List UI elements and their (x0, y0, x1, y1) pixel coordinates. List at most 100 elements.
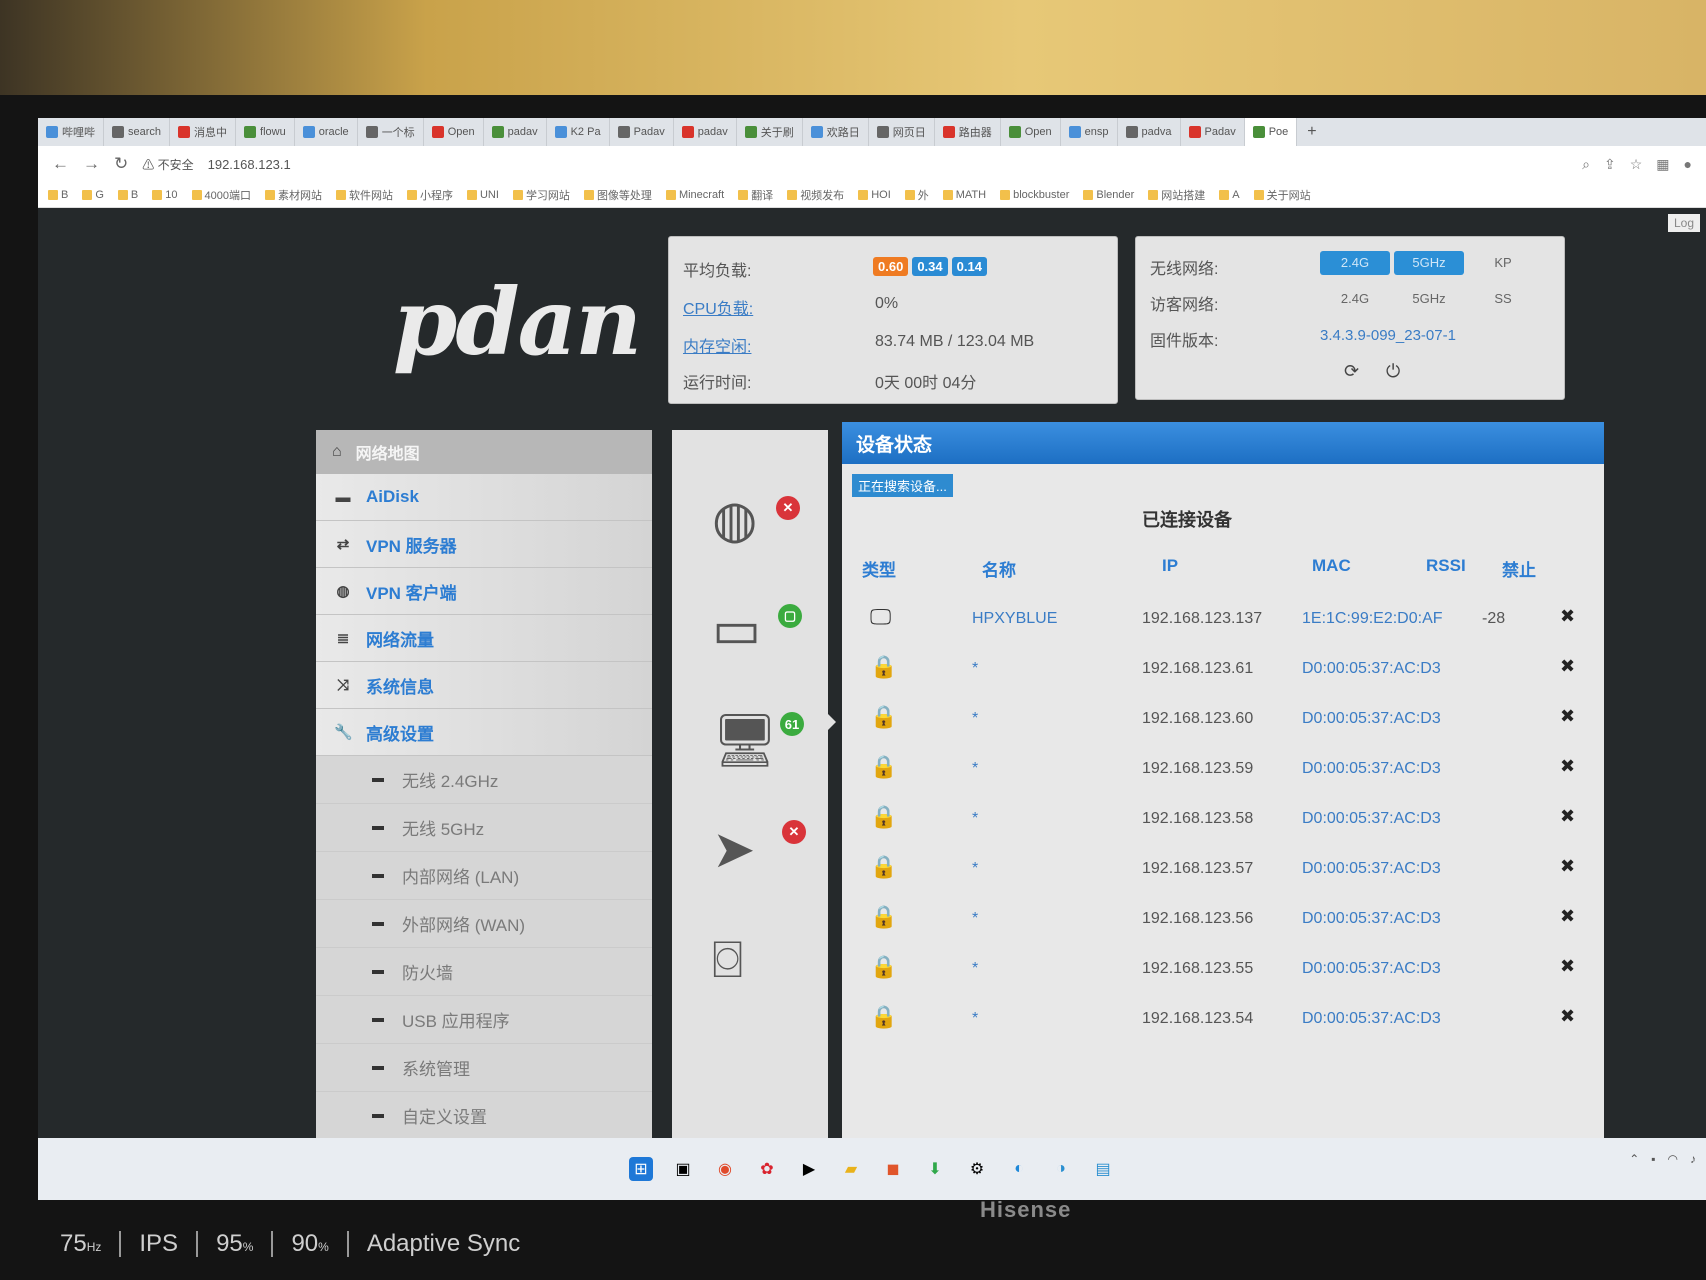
block-device-icon[interactable]: ✖ (1560, 956, 1575, 977)
start-icon[interactable]: ⊞ (629, 1157, 653, 1181)
block-device-icon[interactable]: ✖ (1560, 756, 1575, 777)
arrow-app-icon[interactable]: ⬇ (923, 1157, 947, 1181)
browser-tab[interactable]: 关于刷 (737, 118, 803, 146)
url-field[interactable]: 192.168.123.1 (208, 157, 291, 172)
bookmark-item[interactable]: 图像等处理 (583, 187, 652, 203)
device-name[interactable]: * (972, 1010, 978, 1028)
menu-subitem[interactable]: 内部网络 (LAN) (316, 852, 652, 900)
browser-tab[interactable]: search (104, 118, 171, 146)
block-device-icon[interactable]: ✖ (1560, 656, 1575, 677)
star-icon[interactable]: ☆ (1630, 156, 1643, 173)
guest-2g-button[interactable]: 2.4G (1320, 287, 1390, 311)
terminal-icon[interactable]: ▶ (797, 1157, 821, 1181)
bookmark-item[interactable]: Minecraft (665, 189, 724, 201)
wireless-2g-button[interactable]: 2.4G (1320, 251, 1390, 275)
browser-tab[interactable]: Open (1001, 118, 1061, 146)
bookmark-item[interactable]: A (1219, 189, 1240, 201)
menu-subitem[interactable]: 系统管理 (316, 1044, 652, 1092)
memory-label[interactable]: 内存空闲: (683, 333, 751, 357)
browser-tab[interactable]: K2 Pa (547, 118, 610, 146)
browser-tab[interactable]: padav (674, 118, 737, 146)
browser-tab[interactable]: 一个标 (358, 118, 424, 146)
device-mac[interactable]: D0:00:05:37:AC:D3 (1302, 860, 1441, 878)
device-name[interactable]: * (972, 910, 978, 928)
device-mac[interactable]: D0:00:05:37:AC:D3 (1302, 760, 1441, 778)
menu-subitem[interactable]: 无线 5GHz (316, 804, 652, 852)
app-icon[interactable]: ◼ (881, 1157, 905, 1181)
device-name[interactable]: * (972, 860, 978, 878)
device-mac[interactable]: D0:00:05:37:AC:D3 (1302, 810, 1441, 828)
browser-tab[interactable]: flowu (236, 118, 295, 146)
huawei-icon[interactable]: ✿ (755, 1157, 779, 1181)
bookmark-item[interactable]: blockbuster (1000, 189, 1069, 201)
tray-volume-icon[interactable]: ♪ (1690, 1152, 1696, 1166)
guest-5g-button[interactable]: 5GHz (1394, 287, 1464, 311)
wireless-5g-button[interactable]: 5GHz (1394, 251, 1464, 275)
menu-subitem[interactable]: 自定义设置 (316, 1092, 652, 1140)
guest-ss-button[interactable]: SS (1468, 287, 1538, 311)
back-icon[interactable]: ← (52, 154, 69, 174)
edge-icon[interactable]: ◐ (1007, 1157, 1031, 1181)
share-icon[interactable]: ⇪ (1604, 156, 1616, 173)
usb-icon[interactable]: ⌼ (712, 930, 743, 991)
menu-network-map[interactable]: ⌂ 网络地图 (316, 430, 652, 474)
bookmark-item[interactable]: B (117, 189, 138, 201)
forward-icon[interactable]: → (83, 154, 100, 174)
block-device-icon[interactable]: ✖ (1560, 1006, 1575, 1027)
bookmark-item[interactable]: 翻译 (738, 187, 773, 203)
browser-tab[interactable]: 欢路日 (803, 118, 869, 146)
menu-item[interactable]: ⤨ 系统信息 (316, 662, 652, 709)
bookmark-item[interactable]: 4000端口 (191, 187, 251, 203)
device-name[interactable]: * (972, 710, 978, 728)
device-name[interactable]: HPXYBLUE (972, 610, 1057, 628)
browser-tab[interactable]: Padav (610, 118, 674, 146)
block-device-icon[interactable]: ✖ (1560, 856, 1575, 877)
bookmark-item[interactable]: HOI (858, 189, 891, 201)
internet-globe-icon[interactable]: ◍ (712, 490, 757, 550)
bookmark-item[interactable]: 关于网站 (1253, 187, 1311, 203)
bookmark-item[interactable]: 视频发布 (787, 187, 844, 203)
tray-app-icon[interactable]: ▪ (1651, 1152, 1655, 1166)
bookmark-item[interactable]: 学习网站 (512, 187, 570, 203)
device-name[interactable]: * (972, 960, 978, 978)
device-name[interactable]: * (972, 660, 978, 678)
reload-icon[interactable]: ↻ (114, 154, 128, 174)
log-button[interactable]: Log (1667, 214, 1700, 232)
folder-icon[interactable]: ▰ (839, 1157, 863, 1181)
browser-tab[interactable]: padva (1118, 118, 1181, 146)
browser-tab[interactable]: padav (484, 118, 547, 146)
bookmark-item[interactable]: 外 (904, 187, 929, 203)
tray-wifi-icon[interactable]: ◠ (1668, 1152, 1678, 1166)
menu-subitem[interactable]: 防火墙 (316, 948, 652, 996)
browser-tab[interactable]: 哔哩哔 (38, 118, 104, 146)
browser-tab[interactable]: 消息中 (170, 118, 237, 146)
extensions-icon[interactable]: ▦ (1656, 156, 1669, 173)
device-mac[interactable]: D0:00:05:37:AC:D3 (1302, 710, 1441, 728)
task-view-icon[interactable]: ▣ (671, 1157, 695, 1181)
bookmark-item[interactable]: B (48, 189, 68, 201)
bookmark-item[interactable]: 网站搭建 (1148, 187, 1205, 203)
menu-item[interactable]: ⇄ VPN 服务器 (316, 521, 652, 568)
block-device-icon[interactable]: ✖ (1560, 806, 1575, 827)
browser-tab[interactable]: oracle (295, 118, 358, 146)
chrome-icon[interactable]: ◉ (713, 1157, 737, 1181)
new-tab-icon[interactable]: + (1297, 123, 1326, 141)
paper-plane-icon[interactable]: ➤ (712, 820, 756, 880)
bookmark-item[interactable]: Blender (1083, 189, 1134, 201)
menu-item[interactable]: ▬ AiDisk (316, 474, 652, 521)
device-name[interactable]: * (972, 810, 978, 828)
wireless-kp-button[interactable]: KP (1468, 251, 1538, 275)
menu-subitem[interactable]: 外部网络 (WAN) (316, 900, 652, 948)
remote-icon[interactable]: ▤ (1091, 1157, 1115, 1181)
cpu-label[interactable]: CPU负载: (683, 295, 753, 319)
block-device-icon[interactable]: ✖ (1560, 706, 1575, 727)
browser-tab[interactable]: ensp (1061, 118, 1118, 146)
block-device-icon[interactable]: ✖ (1560, 606, 1575, 627)
menu-subitem[interactable]: USB 应用程序 (316, 996, 652, 1044)
block-device-icon[interactable]: ✖ (1560, 906, 1575, 927)
menu-item[interactable]: ≣ 网络流量 (316, 615, 652, 662)
browser-tab[interactable]: 网页日 (869, 118, 935, 146)
device-mac[interactable]: D0:00:05:37:AC:D3 (1302, 1010, 1441, 1028)
profile-icon[interactable]: ● (1684, 156, 1692, 173)
device-mac[interactable]: D0:00:05:37:AC:D3 (1302, 910, 1441, 928)
